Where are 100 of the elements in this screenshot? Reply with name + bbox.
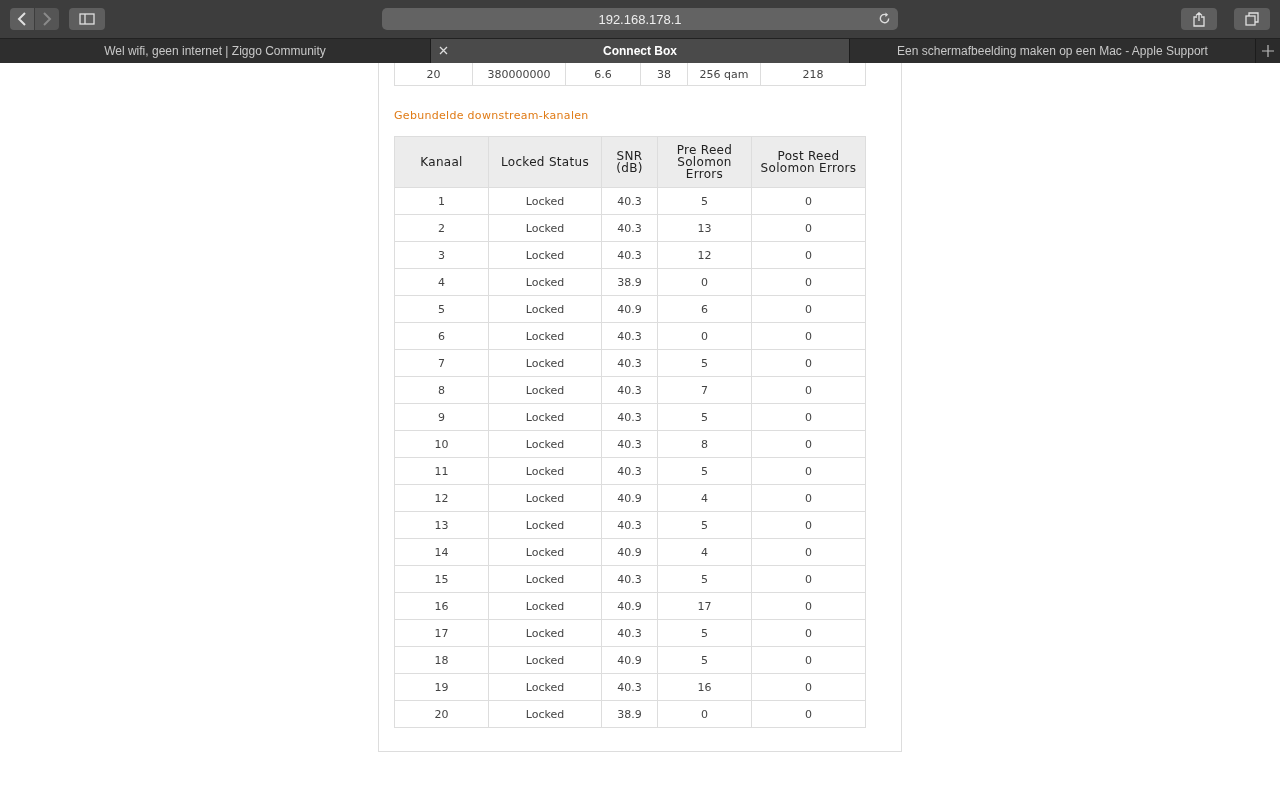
browser-tab[interactable]: Connect Box bbox=[431, 39, 850, 63]
table-cell: 0 bbox=[751, 511, 866, 539]
table-cell: 0 bbox=[751, 430, 866, 458]
table-cell: 40.3 bbox=[601, 430, 658, 458]
table-cell: 0 bbox=[657, 700, 752, 728]
table-cell: 40.3 bbox=[601, 322, 658, 350]
table-cell: Locked bbox=[488, 403, 602, 431]
table-cell: 0 bbox=[751, 619, 866, 647]
tabs-overview-button[interactable] bbox=[1234, 8, 1270, 30]
table-cell: 3 bbox=[394, 241, 489, 269]
column-header: Post Reed Solomon Errors bbox=[751, 136, 866, 188]
table-cell: 0 bbox=[751, 457, 866, 485]
table-cell: 40.3 bbox=[601, 403, 658, 431]
table-cell: Locked bbox=[488, 511, 602, 539]
column-header: SNR (dB) bbox=[601, 136, 658, 188]
table-cell: 0 bbox=[751, 403, 866, 431]
table-cell: Locked bbox=[488, 376, 602, 404]
browser-tab[interactable]: Een schermafbeelding maken op een Mac - Apple Support bbox=[850, 39, 1256, 63]
table-cell: 4 bbox=[657, 538, 752, 566]
table-cell: 17 bbox=[657, 592, 752, 620]
table-cell: 14 bbox=[394, 538, 489, 566]
address-text: 192.168.178.1 bbox=[598, 11, 682, 27]
table-cell: 5 bbox=[657, 646, 752, 674]
table-cell: 40.3 bbox=[601, 241, 658, 269]
table-cell: 40.9 bbox=[601, 538, 658, 566]
table-cell: 0 bbox=[657, 322, 752, 350]
table-cell: 0 bbox=[751, 214, 866, 242]
table-cell: 40.3 bbox=[601, 511, 658, 539]
table-cell: Locked bbox=[488, 295, 602, 323]
table-cell: 16 bbox=[657, 673, 752, 701]
tab-label: Wel wifi, geen internet | Ziggo Community bbox=[104, 44, 326, 58]
chevron-left-icon bbox=[17, 12, 27, 26]
table-cell: 18 bbox=[394, 646, 489, 674]
table-cell: Locked bbox=[488, 484, 602, 512]
table-cell: 10 bbox=[394, 430, 489, 458]
table-cell: 15 bbox=[394, 565, 489, 593]
table-cell: 0 bbox=[751, 592, 866, 620]
table-cell: 5 bbox=[657, 403, 752, 431]
table-cell: Locked bbox=[488, 646, 602, 674]
table-cell: 40.3 bbox=[601, 349, 658, 377]
table-cell: Locked bbox=[488, 619, 602, 647]
column-header: Kanaal bbox=[394, 136, 489, 188]
table-cell: 12 bbox=[657, 241, 752, 269]
table-cell: 6 bbox=[657, 295, 752, 323]
table-cell: Locked bbox=[488, 430, 602, 458]
table-cell: 5 bbox=[657, 565, 752, 593]
table-cell: Locked bbox=[488, 214, 602, 242]
table-cell: 12 bbox=[394, 484, 489, 512]
table-cell: 0 bbox=[751, 187, 866, 215]
table-cell: Locked bbox=[488, 565, 602, 593]
table-cell: 0 bbox=[657, 268, 752, 296]
table-cell: 0 bbox=[751, 268, 866, 296]
sidebar-button[interactable] bbox=[69, 8, 105, 30]
table-cell: 0 bbox=[751, 673, 866, 701]
forward-button[interactable] bbox=[35, 8, 59, 30]
table-cell: 0 bbox=[751, 295, 866, 323]
table-cell: 40.3 bbox=[601, 619, 658, 647]
table-cell: 0 bbox=[751, 241, 866, 269]
table-cell: 38.9 bbox=[601, 268, 658, 296]
plus-icon bbox=[1262, 45, 1274, 57]
reload-icon[interactable] bbox=[878, 12, 891, 25]
table-cell: 40.3 bbox=[601, 376, 658, 404]
table-cell: 20 bbox=[394, 62, 473, 86]
table-cell: 8 bbox=[657, 430, 752, 458]
table-cell: 9 bbox=[394, 403, 489, 431]
close-icon[interactable] bbox=[439, 46, 448, 55]
table-cell: 20 bbox=[394, 700, 489, 728]
table-cell: 16 bbox=[394, 592, 489, 620]
table-cell: 7 bbox=[394, 349, 489, 377]
table-cell: 17 bbox=[394, 619, 489, 647]
table-cell: 4 bbox=[394, 268, 489, 296]
table-cell: 0 bbox=[751, 538, 866, 566]
table-cell: 11 bbox=[394, 457, 489, 485]
share-button[interactable] bbox=[1181, 8, 1217, 30]
table-cell: 0 bbox=[751, 322, 866, 350]
table-cell: 2 bbox=[394, 214, 489, 242]
table-cell: 5 bbox=[657, 349, 752, 377]
tab-label: Een schermafbeelding maken op een Mac - Apple Support bbox=[897, 44, 1208, 58]
table-cell: Locked bbox=[488, 700, 602, 728]
back-button[interactable] bbox=[10, 8, 34, 30]
table-cell: 5 bbox=[394, 295, 489, 323]
sidebar-icon bbox=[79, 13, 95, 25]
table-cell: 6.6 bbox=[565, 62, 641, 86]
table-cell: 40.9 bbox=[601, 484, 658, 512]
table-cell: Locked bbox=[488, 241, 602, 269]
table-cell: 40.3 bbox=[601, 214, 658, 242]
table-cell: 7 bbox=[657, 376, 752, 404]
table-cell: Locked bbox=[488, 673, 602, 701]
table-cell: 5 bbox=[657, 187, 752, 215]
table-cell: Locked bbox=[488, 268, 602, 296]
table-cell: 19 bbox=[394, 673, 489, 701]
table-cell: 0 bbox=[751, 484, 866, 512]
address-bar[interactable]: 192.168.178.1 bbox=[382, 8, 898, 30]
table-cell: 0 bbox=[751, 376, 866, 404]
table-cell: 5 bbox=[657, 619, 752, 647]
table-cell: Locked bbox=[488, 187, 602, 215]
section-title: Gebundelde downstream-kanalen bbox=[394, 109, 590, 122]
table-cell: 4 bbox=[657, 484, 752, 512]
table-cell: 380000000 bbox=[472, 62, 566, 86]
table-cell: 256 qam bbox=[687, 62, 761, 86]
